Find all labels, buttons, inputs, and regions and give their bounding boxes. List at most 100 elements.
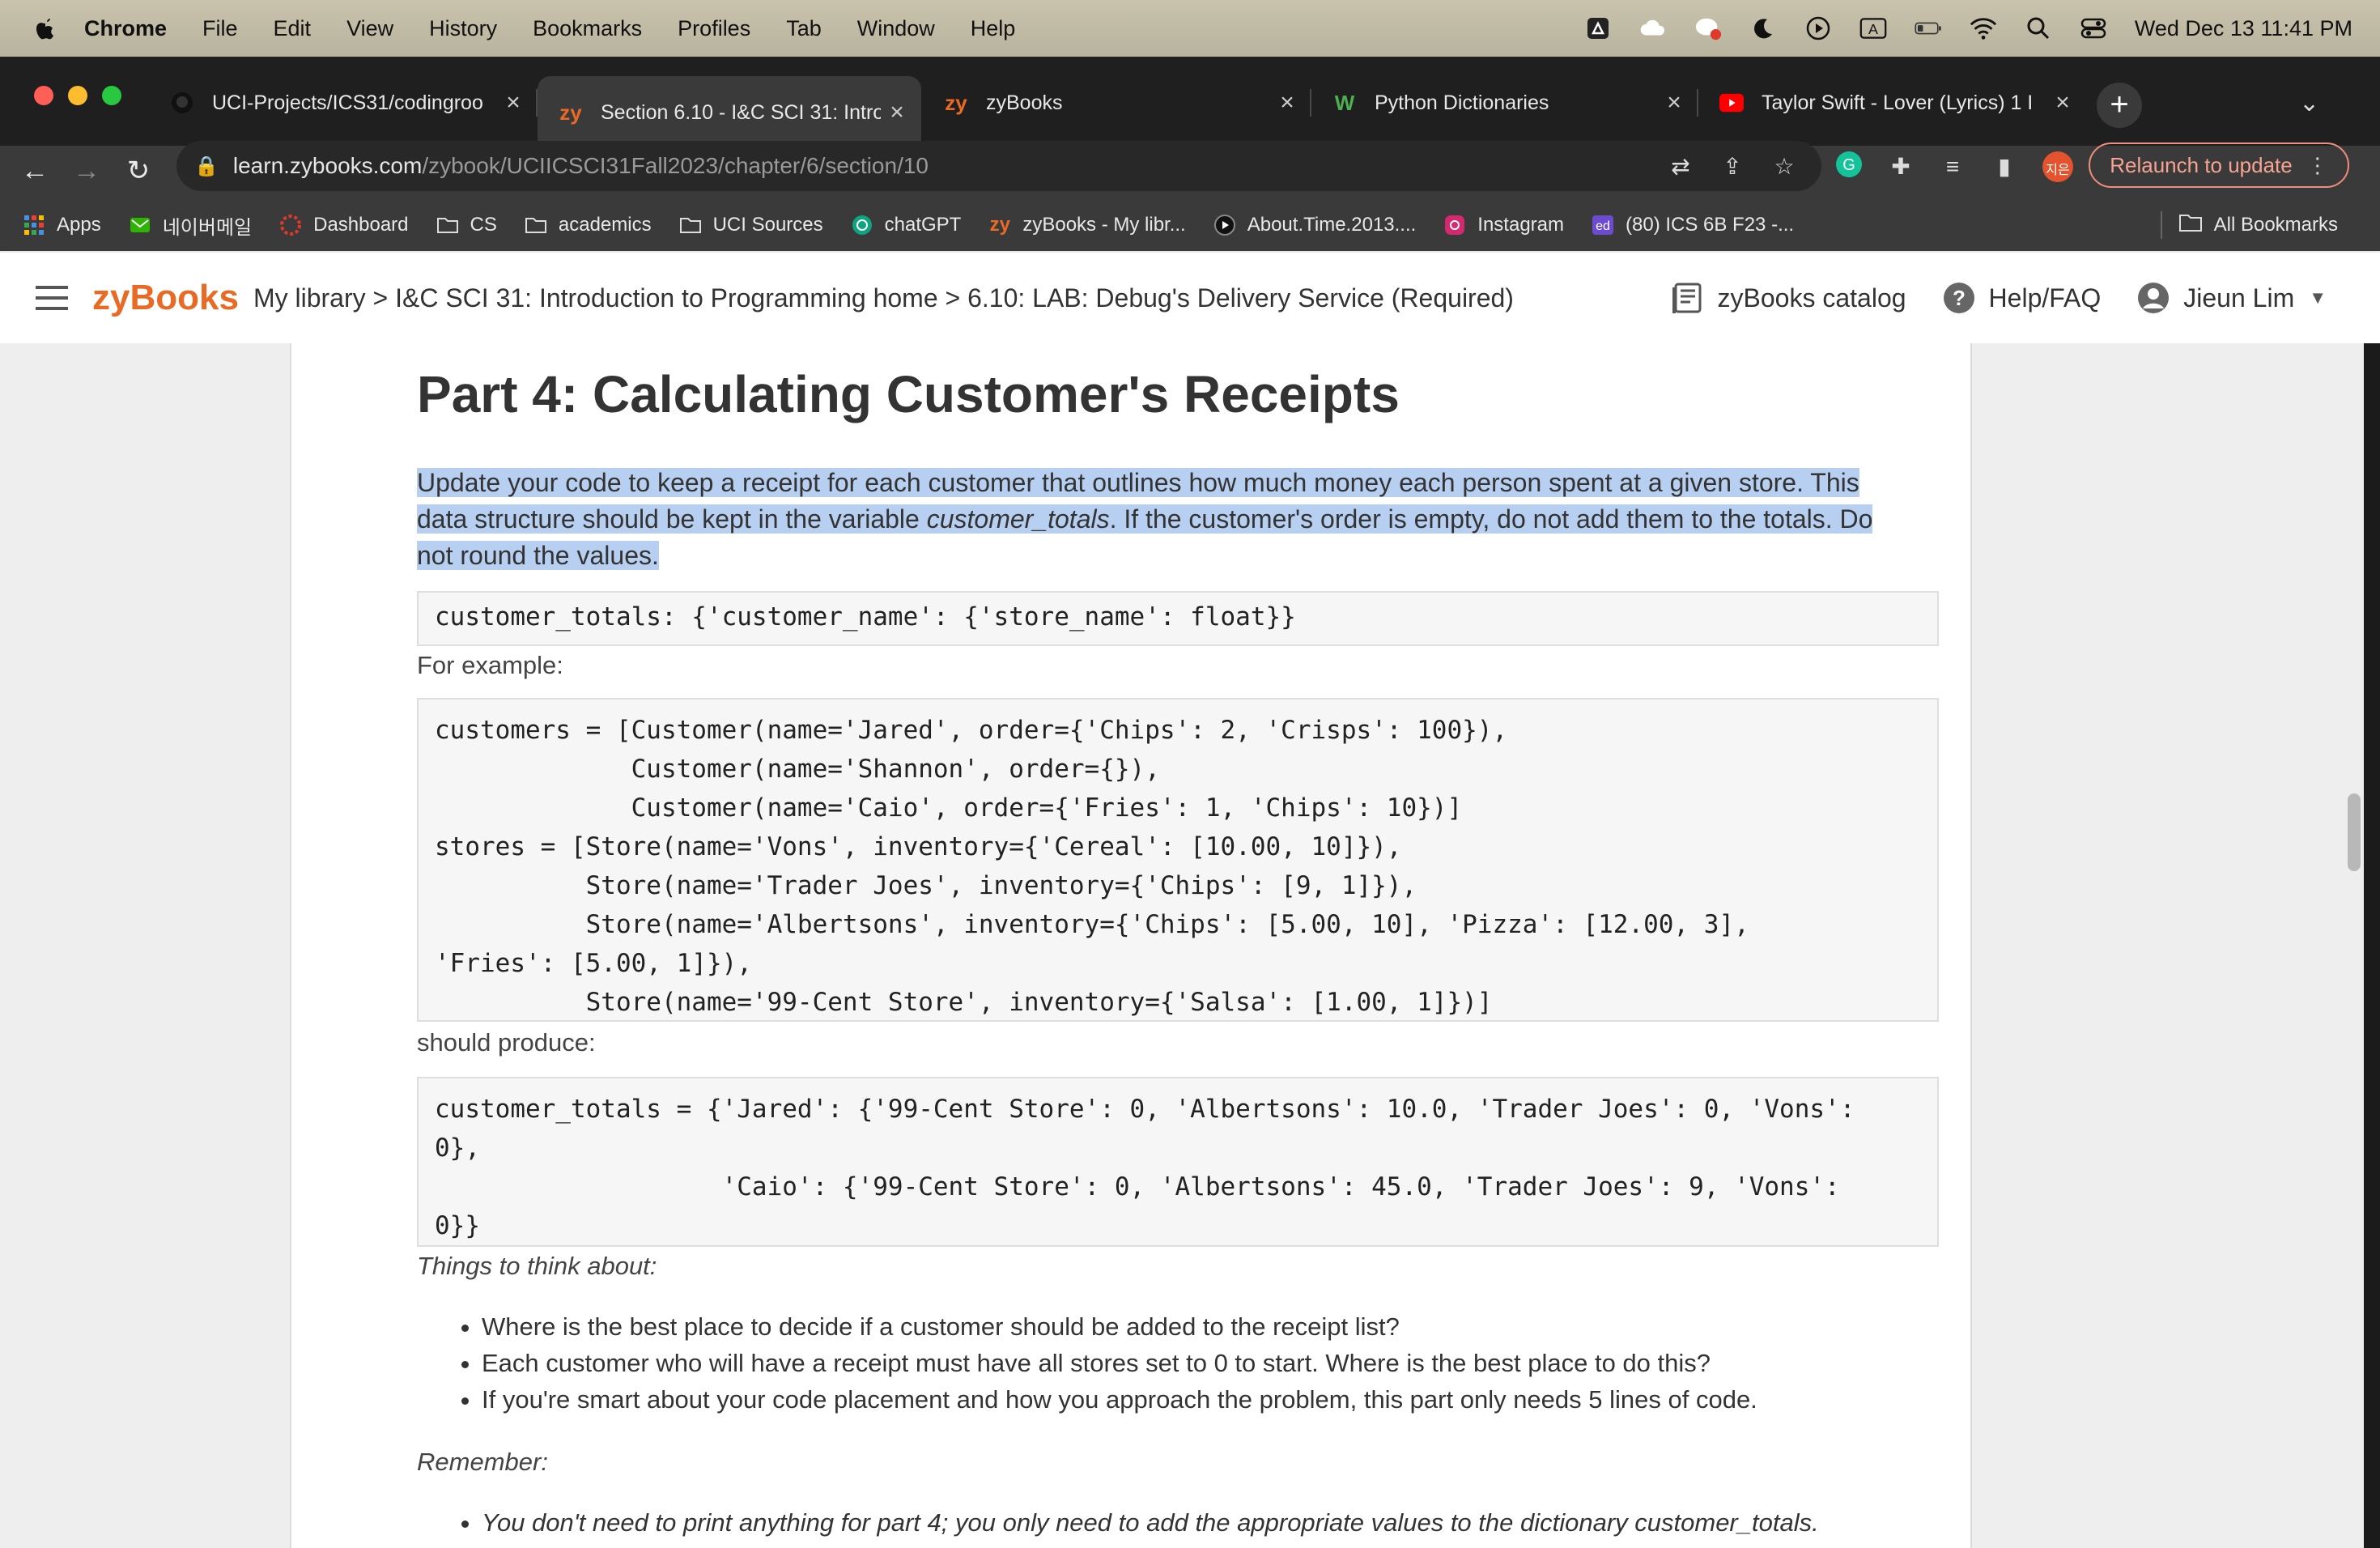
bookmark-instagram[interactable]: Instagram [1443,214,1564,236]
folder-icon [525,214,547,236]
tab-python-dictionaries[interactable]: W Python Dictionaries × [1311,76,1698,130]
menu-app-name[interactable]: Chrome [84,16,167,41]
share-icon[interactable]: ⇪ [1716,151,1749,183]
bookmark-label: (80) ICS 6B F23 -... [1626,214,1795,236]
remember-label: Remember: [417,1448,548,1476]
apple-icon[interactable] [29,12,62,45]
minimize-window-button[interactable] [68,86,87,105]
w3-icon: W [1334,90,1355,115]
bookmark-chatgpt[interactable]: chatGPT [851,214,961,236]
bookmark-label: Instagram [1477,214,1564,236]
profile-initials: 지은 [2046,164,2070,177]
bookmark-about-time[interactable]: About.Time.2013.... [1213,214,1416,236]
code-block-example: customers = [Customer(name='Jared', orde… [417,698,1939,1022]
user-name: Jieun Lim [2183,283,2295,313]
svg-text:G: G [1842,156,1855,174]
kebab-menu-icon[interactable]: ⋮ [2307,153,2328,178]
page-scrollbar[interactable] [2348,793,2361,871]
translate-icon[interactable]: ⇄ [1664,151,1697,183]
close-icon[interactable]: × [881,99,913,126]
youtube-icon [1719,91,1744,115]
bookmark-ed-ics6b[interactable]: ed (80) ICS 6B F23 -... [1592,214,1794,236]
grammarly-icon[interactable]: G [1833,151,1865,183]
list-item: Each customer who will have a receipt mu… [482,1345,1757,1381]
user-menu[interactable]: Jieun Lim ▼ [2136,281,2327,315]
instructions-paragraph: Update your code to keep a receipt for e… [417,465,1915,574]
new-tab-button[interactable]: + [2097,83,2142,128]
menu-file[interactable]: File [202,16,238,41]
menu-bookmarks[interactable]: Bookmarks [533,16,642,41]
close-icon[interactable]: × [1658,89,1690,117]
tab-title: Taylor Swift - Lover (Lyrics) 1 I [1762,91,2034,114]
bookmark-apps[interactable]: Apps [23,214,101,236]
bookmark-label: Apps [57,214,101,236]
lock-icon[interactable]: 🔒 [194,155,219,178]
dashboard-icon [279,214,302,236]
bookmark-label: UCI Sources [712,214,823,236]
menu-window[interactable]: Window [857,16,935,41]
icloud-icon[interactable] [1639,15,1667,42]
folder-icon [436,214,459,236]
wifi-icon[interactable] [1970,15,1997,42]
address-bar[interactable]: 🔒 learn.zybooks.com/zybook/UCIICSCI31Fal… [176,141,1821,191]
play-icon[interactable] [1804,15,1832,42]
tab-youtube[interactable]: Taylor Swift - Lover (Lyrics) 1 I × [1698,76,2087,130]
messages-icon[interactable] [1694,15,1722,42]
menu-history[interactable]: History [429,16,497,41]
all-bookmarks-folder[interactable]: All Bookmarks [2160,199,2338,251]
bookmark-folder-uci-sources[interactable]: UCI Sources [679,214,823,236]
control-center-icon[interactable] [2080,15,2107,42]
bookmark-naver-mail[interactable]: 네이버메일 [129,211,252,240]
bookmark-label: academics [558,214,652,236]
extensions-icon[interactable]: ✚ [1885,151,1917,183]
close-icon[interactable]: × [1271,89,1303,117]
breadcrumb[interactable]: My library > I&C SCI 31: Introduction to… [253,283,1514,313]
moon-icon[interactable] [1749,15,1777,42]
close-icon[interactable]: × [2046,89,2079,117]
caret-down-icon: ▼ [2309,287,2327,308]
back-arrow-icon[interactable]: ← [15,151,55,191]
tab-zybooks[interactable]: zy zyBooks × [923,76,1311,130]
tab-section-6-10[interactable]: zy Section 6.10 - I&C SCI 31: Intro × [538,76,921,149]
google-drive-icon[interactable] [1584,15,1612,42]
close-window-button[interactable] [34,86,53,105]
zy-icon: zy [559,100,582,125]
reading-list-icon[interactable]: ≡ [1936,151,1969,183]
macos-menubar: Chrome File Edit View History Bookmarks … [0,0,2380,57]
spotlight-search-icon[interactable] [2025,15,2052,42]
clock-datetime[interactable]: Wed Dec 13 11:41 PM [2135,16,2352,41]
zybooks-logo[interactable]: zyBooks [92,278,239,318]
tab-github[interactable]: UCI-Projects/ICS31/codingroo × [149,76,538,130]
menu-profiles[interactable]: Profiles [678,16,750,41]
help-label: Help/FAQ [1988,283,2102,313]
menu-edit[interactable]: Edit [274,16,312,41]
bookmark-dashboard[interactable]: Dashboard [279,214,409,236]
close-icon[interactable]: × [497,89,529,117]
tab-search-chevron-icon[interactable]: ⌄ [2299,89,2319,117]
side-panel-icon[interactable]: ▮ [1988,151,2021,183]
bookmark-zybooks-library[interactable]: zy zyBooks - My libr... [988,214,1186,236]
forward-arrow-icon[interactable]: → [66,151,107,191]
battery-icon[interactable] [1915,15,1942,42]
help-question-icon: ? [1943,283,1974,313]
zybooks-header-actions: zyBooks catalog ? Help/FAQ Jieun Lim ▼ [1635,253,2327,343]
reload-icon[interactable]: ↻ [118,151,159,191]
should-produce-label: should produce: [417,1028,596,1057]
menu-tab[interactable]: Tab [786,16,822,41]
bookmark-star-icon[interactable]: ☆ [1768,151,1800,183]
bookmark-folder-cs[interactable]: CS [436,214,497,236]
input-source-icon[interactable]: A [1859,15,1887,42]
help-faq-link[interactable]: ? Help/FAQ [1942,281,2102,315]
menu-help[interactable]: Help [971,16,1016,41]
hamburger-menu-icon[interactable] [36,286,68,310]
relaunch-to-update-button[interactable]: Relaunch to update ⋮ [2089,142,2349,188]
zoom-window-button[interactable] [102,86,121,105]
bookmark-label: zyBooks - My libr... [1022,214,1186,236]
play-circle-icon [1213,214,1236,236]
zybooks-catalog-link[interactable]: zyBooks catalog [1671,281,1906,315]
bookmark-folder-academics[interactable]: academics [525,214,652,236]
menu-view[interactable]: View [346,16,393,41]
zy-icon: zy [989,214,1011,236]
window-controls [34,86,121,105]
url-host: learn.zybooks.com [232,153,423,178]
